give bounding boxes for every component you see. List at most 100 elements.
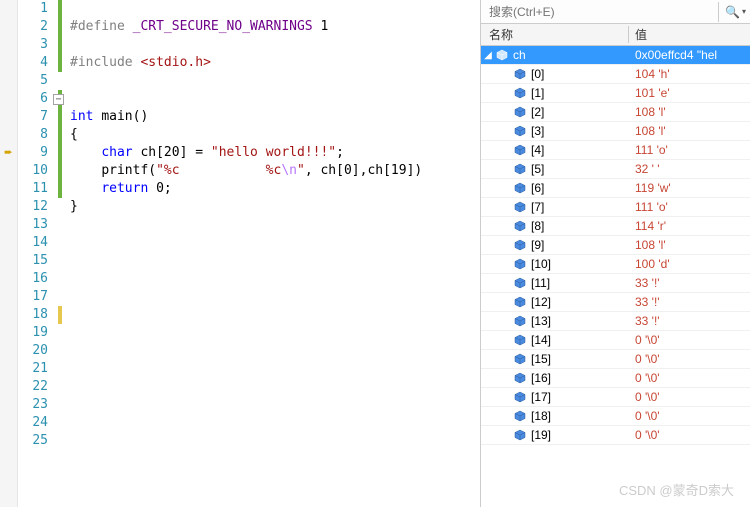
line-number: 18	[18, 306, 48, 324]
variable-icon	[513, 67, 527, 81]
variable-icon	[513, 257, 527, 271]
brace: }	[70, 199, 78, 214]
variable-value: 33 '!'	[629, 295, 750, 309]
variable-index: [2]	[531, 105, 544, 119]
line-number: 5	[18, 72, 48, 90]
line-number: 10	[18, 162, 48, 180]
watch-row[interactable]: [6] 119 'w'	[481, 179, 750, 198]
search-dropdown-icon[interactable]: ▾	[742, 7, 746, 16]
function-call: printf(	[101, 163, 156, 178]
code-editor[interactable]: ➨ 12345678910111213141516171819202122232…	[0, 0, 481, 507]
line-number: 25	[18, 432, 48, 450]
variable-icon	[513, 371, 527, 385]
variable-value: 111 'o'	[629, 200, 750, 214]
watch-row[interactable]: [12]33 '!'	[481, 293, 750, 312]
line-number: 12	[18, 198, 48, 216]
variable-index: [14]	[531, 333, 551, 347]
variable-icon	[513, 124, 527, 138]
search-bar[interactable]: 🔍 ▾	[481, 0, 750, 24]
watch-row[interactable]: [19]0 '\0'	[481, 426, 750, 445]
line-number: 11	[18, 180, 48, 198]
watch-row[interactable]: [9]108 'l'	[481, 236, 750, 255]
line-number: 1	[18, 0, 48, 18]
line-number: 9	[18, 144, 48, 162]
variable-value: 104 'h'	[629, 67, 750, 81]
variable-index: [4]	[531, 143, 544, 157]
fold-toggle-icon[interactable]: −	[53, 94, 64, 105]
variable-icon	[513, 314, 527, 328]
variable-value: 100 'd'	[629, 257, 750, 271]
watch-row[interactable]: [17]0 '\0'	[481, 388, 750, 407]
variable-index: [18]	[531, 409, 551, 423]
watch-row[interactable]: [5]32 ' '	[481, 160, 750, 179]
semicolon: ;	[336, 145, 344, 160]
watch-row[interactable]: [16] 0 '\0'	[481, 369, 750, 388]
watch-row[interactable]: [0]104 'h'	[481, 65, 750, 84]
line-number: 3	[18, 36, 48, 54]
variable-icon	[513, 295, 527, 309]
code-text[interactable]: #define _CRT_SECURE_NO_WARNINGS 1 #inclu…	[66, 0, 480, 507]
variable-icon	[513, 143, 527, 157]
watch-row[interactable]: [1]101 'e'	[481, 84, 750, 103]
variable-icon	[513, 333, 527, 347]
variable-value: 108 'l'	[629, 105, 750, 119]
variable-icon	[513, 390, 527, 404]
watch-row[interactable]: [8]114 'r'	[481, 217, 750, 236]
variable-icon	[513, 200, 527, 214]
variable-value: 0 '\0'	[629, 371, 750, 385]
watch-row[interactable]: [7] 111 'o'	[481, 198, 750, 217]
current-line-arrow-icon: ➨	[0, 144, 17, 162]
watch-header: 名称 值	[481, 24, 750, 46]
change-indicator-gutter: −	[52, 0, 66, 507]
variable-value: 0 '\0'	[629, 352, 750, 366]
header-value[interactable]: 值	[629, 26, 750, 43]
variable-value: 114 'r'	[629, 219, 750, 233]
line-number: 7	[18, 108, 48, 126]
variable-index: [11]	[531, 276, 550, 290]
line-number: 20	[18, 342, 48, 360]
watch-row[interactable]: [3] 108 'l'	[481, 122, 750, 141]
watch-row[interactable]: [11]33 '!'	[481, 274, 750, 293]
variable-icon	[513, 162, 527, 176]
watch-row[interactable]: [13]33 '!'	[481, 312, 750, 331]
variable-value: 32 ' '	[629, 162, 750, 176]
variable-icon	[513, 105, 527, 119]
search-input[interactable]	[489, 5, 712, 19]
variable-value: 119 'w'	[629, 181, 750, 195]
header-name[interactable]: 名称	[481, 26, 629, 43]
variable-index: [16]	[531, 371, 551, 385]
variable-index: [15]	[531, 352, 551, 366]
line-number: 6	[18, 90, 48, 108]
variable-icon	[495, 48, 509, 62]
watch-row-root[interactable]: ◢ch0x00effcd4 "hel	[481, 46, 750, 65]
variable-value: 111 'o'	[629, 143, 750, 157]
line-number: 17	[18, 288, 48, 306]
variable-index: [1]	[531, 86, 544, 100]
line-number: 22	[18, 378, 48, 396]
variable-name: ch	[513, 48, 526, 62]
watch-row[interactable]: [4] 111 'o'	[481, 141, 750, 160]
variable-value: 0 '\0'	[629, 333, 750, 347]
search-icon[interactable]: 🔍	[725, 5, 740, 19]
line-number: 19	[18, 324, 48, 342]
variable-index: [7]	[531, 200, 544, 214]
variable-index: [6]	[531, 181, 544, 195]
variable-value: 0 '\0'	[629, 409, 750, 423]
watch-row[interactable]: [15] 0 '\0'	[481, 350, 750, 369]
variable-value: 108 'l'	[629, 238, 750, 252]
watch-rows[interactable]: ◢ch0x00effcd4 "hel[0]104 'h'[1]101 'e'[2…	[481, 46, 750, 507]
variable-value: 108 'l'	[629, 124, 750, 138]
watch-row[interactable]: [2] 108 'l'	[481, 103, 750, 122]
watch-row[interactable]: [14] 0 '\0'	[481, 331, 750, 350]
variable-icon	[513, 276, 527, 290]
macro-value: 1	[320, 19, 328, 34]
variable-icon	[513, 428, 527, 442]
watch-row[interactable]: [18] 0 '\0'	[481, 407, 750, 426]
line-number: 14	[18, 234, 48, 252]
line-number: 16	[18, 270, 48, 288]
variable-index: [19]	[531, 428, 551, 442]
expander-icon[interactable]: ◢	[481, 50, 495, 61]
variable-index: [3]	[531, 124, 544, 138]
breakpoint-gutter[interactable]: ➨	[0, 0, 18, 507]
watch-row[interactable]: [10]100 'd'	[481, 255, 750, 274]
